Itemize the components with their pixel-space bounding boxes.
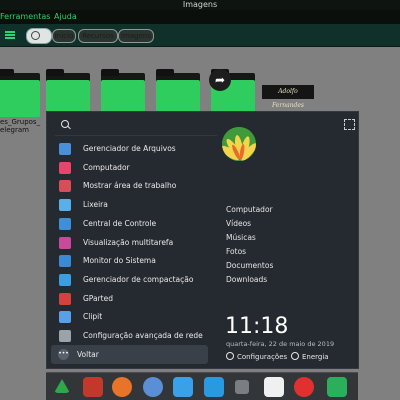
gparted-icon	[59, 292, 71, 305]
signature-image[interactable]: Adolfo Fernandes	[262, 85, 314, 109]
app-item[interactable]: Lixeira	[53, 196, 215, 214]
place-downloads[interactable]: Downloads	[226, 275, 267, 285]
desktop-screen: Imagens Ferramentas Ajuda Inicio Recurso…	[0, 0, 400, 400]
control-center-icon	[59, 217, 71, 230]
app-launcher: Gerenciador de Arquivos Computador Mostrar…	[46, 111, 359, 369]
place-musicas[interactable]: Músicas	[226, 233, 256, 243]
more-icon[interactable]	[235, 380, 249, 394]
app-label: Configuração avançada de rede	[83, 331, 203, 340]
place-fotos[interactable]: Fotos	[226, 247, 246, 257]
firefox-icon[interactable]	[112, 377, 132, 397]
multitask-icon	[59, 236, 71, 249]
app-item[interactable]: GParted	[53, 290, 215, 308]
app-item[interactable]: Gerenciador de compactação	[53, 271, 215, 289]
app-label: Gerenciador de compactação	[83, 274, 194, 284]
app-label: Monitor do Sistema	[83, 256, 156, 266]
back-button[interactable]: ••• Voltar	[51, 345, 208, 364]
app-item[interactable]: Mostrar área de trabalho	[53, 177, 215, 195]
place-videos[interactable]: Vídeos	[226, 219, 251, 229]
folder-icon[interactable]	[0, 69, 40, 117]
search-icon	[31, 31, 40, 40]
more-icon: •••	[58, 349, 69, 360]
app-label: Gerenciador de Arquivos	[83, 144, 176, 153]
settings-label: Configurações	[237, 353, 288, 361]
mixer-icon[interactable]	[264, 377, 284, 397]
shutdown-icon[interactable]	[294, 377, 314, 397]
avatar[interactable]	[222, 127, 256, 161]
breadcrumb-imagens[interactable]: Imagens	[118, 29, 154, 43]
file-toolbar: Inicio Recursos Imagens	[0, 24, 400, 47]
app-item[interactable]: Gerenciador de Arquivos	[53, 140, 215, 158]
settings-button[interactable]: Configurações	[226, 352, 287, 362]
window-title: Imagens	[182, 0, 218, 9]
divider	[55, 135, 217, 136]
menu-ajuda[interactable]: Ajuda	[54, 10, 77, 24]
archive-manager-icon	[59, 273, 71, 286]
computer-icon	[59, 161, 71, 174]
multitask-view-icon[interactable]	[83, 377, 103, 397]
app-label: GParted	[83, 293, 113, 303]
share-icon[interactable]: ➦	[209, 69, 231, 91]
dock	[46, 372, 358, 400]
system-monitor-icon	[59, 255, 71, 268]
settings-icon[interactable]	[143, 377, 163, 397]
breadcrumb-recursos[interactable]: Recursos	[78, 29, 118, 43]
menu-bar: Ferramentas Ajuda	[0, 10, 400, 24]
place-computador[interactable]: Computador	[226, 205, 273, 215]
folder-icon[interactable]	[46, 69, 90, 117]
power-button[interactable]: Energia	[291, 352, 329, 362]
search-button[interactable]	[26, 28, 52, 44]
back-label: Voltar	[77, 350, 99, 359]
trash-icon[interactable]	[327, 377, 347, 397]
list-view-icon[interactable]	[5, 31, 15, 39]
app-item[interactable]: Monitor do Sistema	[53, 252, 215, 270]
search-icon[interactable]	[61, 120, 71, 130]
file-manager-icon	[59, 143, 71, 155]
signature-text: Adolfo Fernandes	[271, 88, 305, 109]
power-label: Energia	[302, 353, 329, 361]
app-item[interactable]: Computador	[53, 159, 215, 177]
app-item[interactable]: Visualização multitarefa	[53, 234, 215, 252]
folder-icon[interactable]	[101, 69, 145, 117]
clock: 11:18	[225, 314, 289, 339]
power-icon	[291, 352, 299, 360]
clipit-icon	[59, 311, 71, 324]
date: quarta-feira, 22 de maio de 2019	[226, 340, 335, 348]
gear-icon	[226, 352, 234, 360]
folder-label-continued: elegram	[0, 126, 29, 134]
app-item[interactable]: Configuração avançada de rede	[53, 327, 215, 345]
trash-icon	[59, 199, 71, 212]
folder-icon[interactable]	[156, 69, 200, 117]
app-label: Mostrar área de trabalho	[83, 181, 177, 191]
app-label: Lixeira	[83, 200, 108, 210]
folder-label: es_Grupos_	[0, 118, 41, 126]
fullscreen-icon[interactable]	[344, 119, 355, 130]
app-label: Computador	[83, 162, 130, 172]
app-label: Visualização multitarefa	[83, 237, 174, 247]
desktop-icon	[59, 180, 71, 193]
app-label: Central de Controle	[83, 218, 157, 228]
app-label: Clipit	[83, 312, 103, 322]
store-icon[interactable]	[173, 377, 193, 397]
launcher-icon[interactable]	[54, 379, 70, 393]
app-item[interactable]: Clipit	[53, 308, 215, 326]
place-documentos[interactable]: Documentos	[226, 261, 273, 271]
app-item[interactable]: Central de Controle	[53, 215, 215, 233]
folder-icon[interactable]	[204, 377, 224, 397]
menu-ferramentas[interactable]: Ferramentas	[0, 10, 50, 24]
network-icon	[59, 330, 71, 342]
breadcrumb-inicio[interactable]: Inicio	[52, 29, 76, 43]
